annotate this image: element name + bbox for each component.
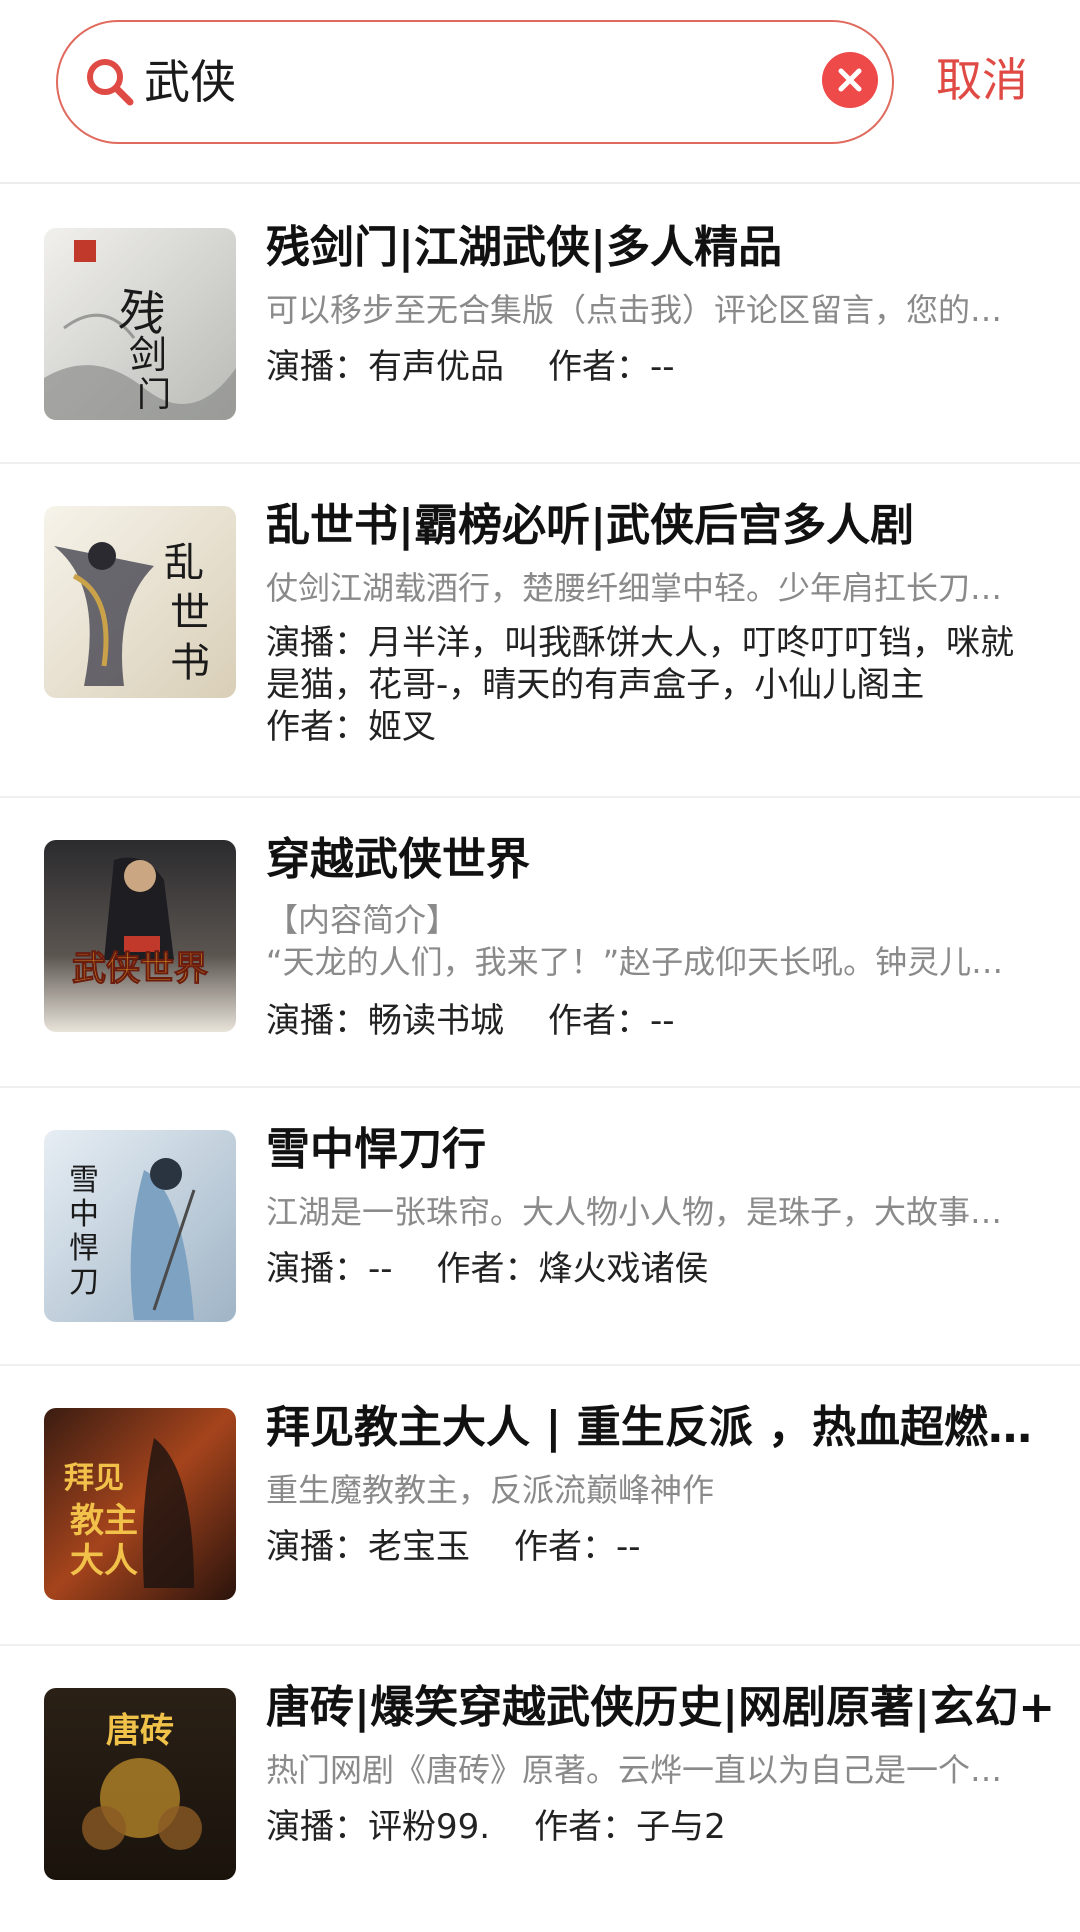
author-name: -- — [616, 1527, 641, 1567]
book-description-line: “天龙的人们，我来了！”赵子成仰天长吼。钟灵儿、王语嫣…… — [266, 943, 1024, 981]
narrator-name: 畅读书城 — [368, 1001, 504, 1041]
author-label: 作者： — [266, 707, 368, 747]
book-title: 雪中悍刀行 — [266, 1124, 486, 1175]
author-label: 作者： — [548, 1001, 650, 1041]
narrator-label: 演播： — [266, 347, 368, 387]
book-title: 乱世书|霸榜必听|武侠后宫多人剧 — [266, 500, 915, 551]
author-label: 作者： — [548, 347, 650, 387]
book-title: 残剑门|江湖武侠|多人精品 — [266, 222, 783, 273]
narrator-name: 评粉99. — [368, 1807, 491, 1847]
result-item[interactable]: 乱 世 书 乱世书|霸榜必听|武侠后宫多人剧 仗剑江湖载酒行，楚腰纤细掌中轻。少… — [0, 464, 1080, 798]
author-name: -- — [650, 1001, 675, 1041]
narrator-label: 演播： — [266, 1807, 368, 1847]
result-item[interactable]: 拜见 教主 大人 拜见教主大人 | 重生反派 ，热血超燃爽文 重生魔教教主，反派… — [0, 1366, 1080, 1646]
book-cover[interactable]: 雪 中 悍 刀 — [44, 1130, 236, 1322]
book-cover[interactable]: 武侠世界 — [44, 840, 236, 1032]
clear-search-button[interactable] — [822, 52, 878, 108]
author-name: 姬叉 — [368, 707, 436, 747]
book-description: 可以移步至无合集版（点击我）评论区留言，您的小小支持，我们的大大动力！ — [266, 291, 1024, 329]
book-meta: 演播：评粉99. 作者：子与2 — [266, 1806, 1046, 1848]
narrator-label: 演播： — [266, 1001, 368, 1041]
svg-text:世: 世 — [170, 590, 210, 636]
search-box[interactable]: 武侠 — [56, 20, 894, 144]
book-meta: 演播：有声优品 作者：-- — [266, 346, 1046, 388]
narrator-label: 演播： — [266, 623, 368, 663]
clear-icon — [838, 68, 862, 92]
svg-text:拜见: 拜见 — [64, 1461, 124, 1496]
book-title: 拜见教主大人 | 重生反派 ，热血超燃爽文 — [266, 1402, 1056, 1453]
svg-text:悍: 悍 — [69, 1231, 99, 1266]
svg-text:书: 书 — [170, 640, 210, 686]
result-item[interactable]: 武侠世界 穿越武侠世界 【内容简介】 “天龙的人们，我来了！”赵子成仰天长吼。钟… — [0, 798, 1080, 1088]
book-description: 重生魔教教主，反派流巅峰神作 — [266, 1471, 715, 1509]
svg-text:雪: 雪 — [69, 1163, 99, 1198]
result-item[interactable]: 雪 中 悍 刀 雪中悍刀行 江湖是一张珠帘。大人物小人物，是珠子，大故事小故事，… — [0, 1088, 1080, 1366]
search-input[interactable]: 武侠 — [144, 48, 236, 116]
book-title: 穿越武侠世界 — [266, 834, 530, 885]
author-label: 作者： — [534, 1807, 637, 1847]
book-meta: 演播：老宝玉 作者：-- — [266, 1526, 1046, 1568]
book-meta: 演播：-- 作者：烽火戏诸侯 — [266, 1248, 1046, 1290]
narrator-label: 演播： — [266, 1527, 368, 1567]
svg-text:门: 门 — [137, 375, 171, 415]
book-cover[interactable]: 拜见 教主 大人 — [44, 1408, 236, 1600]
book-cover[interactable]: 乱 世 书 — [44, 506, 236, 698]
svg-text:中: 中 — [69, 1197, 99, 1232]
narrator-name: -- — [368, 1249, 393, 1289]
svg-text:教主: 教主 — [70, 1501, 138, 1541]
svg-text:大人: 大人 — [70, 1541, 138, 1581]
narrator-name: 老宝玉 — [368, 1527, 470, 1567]
book-meta: 演播：月半洋，叫我酥饼大人，叮咚叮叮铛，咪就是猫，花哥-，晴天的有声盒子，小仙儿… — [266, 622, 1046, 748]
book-description: 【内容简介】 — [266, 901, 459, 939]
book-description: 江湖是一张珠帘。大人物小人物，是珠子，大故事小故事，是串线。 — [266, 1193, 1024, 1231]
book-description: 仗剑江湖载酒行，楚腰纤细掌中轻。少年肩扛长刀，路过人间。 — [266, 569, 1024, 607]
book-cover[interactable]: 唐砖 — [44, 1688, 236, 1880]
book-description: 热门网剧《唐砖》原著。云烨一直以为自己是一个好人，可以挽救大唐。 — [266, 1751, 1024, 1789]
narrator-label: 演播： — [266, 1249, 368, 1289]
search-icon — [80, 52, 140, 112]
book-meta: 演播：畅读书城 作者：-- — [266, 1000, 1046, 1042]
svg-text:乱: 乱 — [164, 540, 204, 586]
svg-text:刀: 刀 — [69, 1265, 99, 1300]
author-name: -- — [650, 347, 675, 387]
svg-text:武侠世界: 武侠世界 — [72, 949, 208, 989]
narrator-name: 有声优品 — [368, 347, 504, 387]
svg-text:唐砖: 唐砖 — [106, 1711, 174, 1751]
cancel-button[interactable]: 取消 — [936, 48, 1056, 112]
author-label: 作者： — [436, 1249, 539, 1289]
result-item[interactable]: 唐砖 唐砖|爆笑穿越武侠历史|网剧原著|玄幻+ 热门网剧《唐砖》原著。云烨一直以… — [0, 1646, 1080, 1932]
narrator-name: 月半洋，叫我酥饼大人，叮咚叮叮铛，咪就是猫，花哥-，晴天的有声盒子，小仙儿阁主 — [266, 623, 1014, 705]
book-cover[interactable]: 残 剑 门 — [44, 228, 236, 420]
book-title: 唐砖|爆笑穿越武侠历史|网剧原著|玄幻+ — [266, 1682, 1056, 1733]
search-header: 武侠 取消 — [0, 0, 1080, 184]
author-name: 烽火戏诸侯 — [538, 1249, 709, 1289]
author-name: 子与2 — [636, 1807, 726, 1847]
author-label: 作者： — [514, 1527, 616, 1567]
svg-text:剑: 剑 — [129, 333, 167, 377]
result-item[interactable]: 残 剑 门 残剑门|江湖武侠|多人精品 可以移步至无合集版（点击我）评论区留言，… — [0, 186, 1080, 464]
